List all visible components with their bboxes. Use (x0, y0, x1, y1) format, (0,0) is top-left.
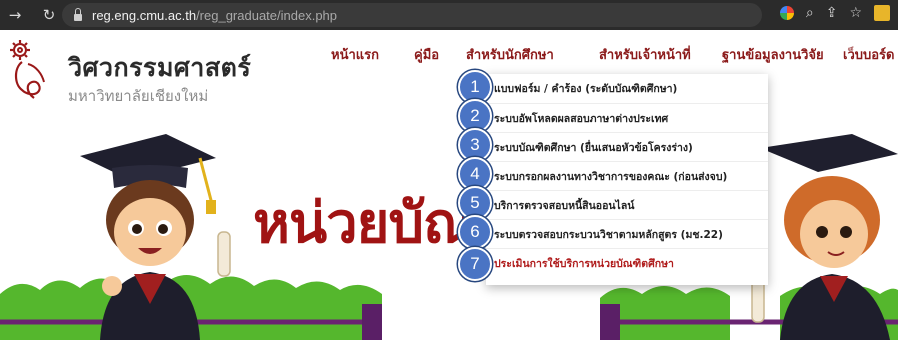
menu-item-label: ระบบบัณฑิตศึกษา (ยื่นเสนอหัวข้อโครงร่าง) (494, 141, 693, 154)
lock-icon (74, 7, 82, 21)
menu-item-label: ประเมินการใช้บริการหน่วยบัณฑิตศึกษา (494, 257, 674, 270)
callout-badge: 6 (458, 215, 492, 249)
brand-subtitle: มหาวิทยาลัยเชียงใหม่ (68, 87, 209, 105)
nav-research-db[interactable]: ฐานข้อมูลงานวิจัย (722, 44, 824, 65)
extension-icon[interactable] (874, 5, 890, 21)
hero-title: หน่วยบัณ (253, 191, 475, 256)
menu-item-curriculum-check[interactable]: ระบบตรวจสอบกระบวนวิชาตามหลักสูตร (มช.22) (486, 219, 768, 248)
url-text: reg.eng.cmu.ac.th/reg_graduate/index.php (92, 7, 338, 23)
menu-item-label: แบบฟอร์ม / คำร้อง (ระดับบัณฑิตศึกษา) (494, 83, 678, 95)
callout-badge: 7 (458, 247, 492, 281)
zoom-icon[interactable]: ⌕ (806, 5, 814, 21)
reload-icon[interactable]: ↻ (40, 6, 58, 24)
menu-item-label: บริการตรวจสอบหนี้สินออนไลน์ (494, 199, 635, 212)
nav-for-staff[interactable]: สำหรับเจ้าหน้าที่ (599, 44, 691, 65)
nav-home[interactable]: หน้าแรก (331, 44, 379, 65)
menu-item-academic-works[interactable]: ระบบกรอกผลงานทางวิชาการของคณะ (ก่อนส่งจบ… (486, 161, 768, 190)
address-bar[interactable]: reg.eng.cmu.ac.th/reg_graduate/index.php (62, 3, 762, 27)
back-arrow-icon[interactable]: → (6, 6, 24, 24)
menu-item-upload-language-results[interactable]: ระบบอัพโหลดผลสอบภาษาต่างประเทศ (486, 103, 768, 132)
share-icon[interactable]: ⇪ (826, 5, 838, 21)
menu-item-service-evaluation[interactable]: ประเมินการใช้บริการหน่วยบัณฑิตศึกษา (486, 248, 768, 277)
star-icon[interactable]: ☆ (849, 5, 862, 21)
main-nav: หน้าแรก คู่มือ สำหรับนักศึกษา สำหรับเจ้า… (0, 44, 898, 74)
menu-item-label: ระบบกรอกผลงานทางวิชาการของคณะ (ก่อนส่งจบ… (494, 170, 728, 183)
menu-item-label: ระบบตรวจสอบกระบวนวิชาตามหลักสูตร (มช.22) (494, 228, 723, 241)
menu-item-debt-check[interactable]: บริการตรวจสอบหนี้สินออนไลน์ (486, 190, 768, 219)
menu-item-graduate-system[interactable]: ระบบบัณฑิตศึกษา (ยื่นเสนอหัวข้อโครงร่าง) (486, 132, 768, 161)
browser-toolbar: → ↻ reg.eng.cmu.ac.th/reg_graduate/index… (0, 0, 898, 30)
menu-item-forms[interactable]: แบบฟอร์ม / คำร้อง (ระดับบัณฑิตศึกษา) (486, 74, 768, 103)
google-icon[interactable] (779, 6, 794, 20)
nav-webboard[interactable]: เว็บบอร์ด (843, 44, 894, 65)
students-dropdown-menu: แบบฟอร์ม / คำร้อง (ระดับบัณฑิตศึกษา) ระบ… (486, 74, 768, 285)
browser-actions: ⌕ ⇪ ☆ (779, 5, 890, 21)
nav-manual[interactable]: คู่มือ (414, 44, 439, 65)
nav-for-students[interactable]: สำหรับนักศึกษา (466, 44, 554, 65)
menu-item-label: ระบบอัพโหลดผลสอบภาษาต่างประเทศ (494, 112, 669, 125)
